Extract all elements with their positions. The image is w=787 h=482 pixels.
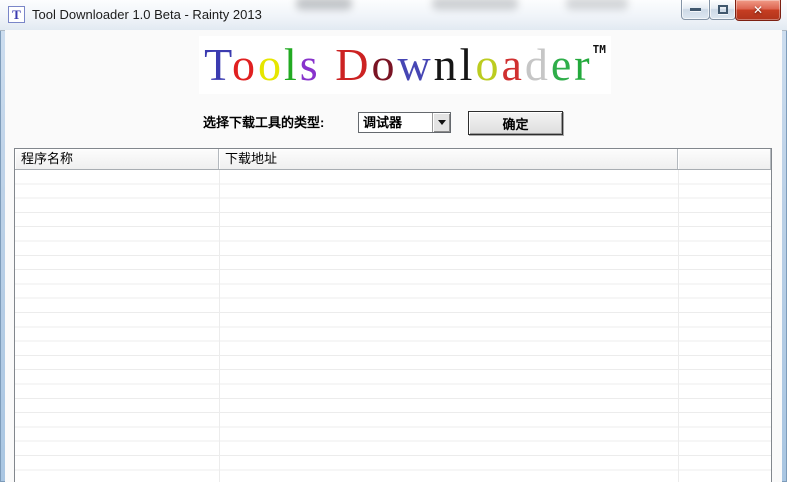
client-area: Tools Downloader TM 选择下载工具的类型: 调试器 确定 程序名…: [5, 30, 782, 482]
combo-dropdown-button[interactable]: [432, 113, 450, 132]
logo-letter: o: [475, 39, 502, 90]
logo-letter: o: [232, 39, 259, 90]
logo-letter: l: [284, 39, 300, 90]
logo-letter: D: [335, 39, 372, 90]
list-header: 程序名称 下载地址: [15, 149, 771, 170]
column-header-download-url[interactable]: 下载地址: [219, 149, 678, 169]
maximize-button[interactable]: [709, 0, 736, 20]
logo-letter: T: [204, 39, 233, 90]
logo-letter: d: [524, 39, 551, 90]
chevron-down-icon: [437, 120, 446, 125]
aero-glass-reflection: [566, 0, 628, 10]
window-controls: ✕: [681, 0, 781, 21]
minimize-icon: [690, 8, 701, 11]
app-icon-letter: T: [12, 7, 21, 22]
app-window: T Tool Downloader 1.0 Beta - Rainty 2013…: [0, 0, 787, 482]
column-gridline: [219, 170, 220, 482]
app-icon: T: [8, 6, 25, 23]
aero-glass-reflection: [296, 0, 352, 10]
minimize-button[interactable]: [681, 0, 710, 20]
logo-letter: l: [459, 39, 476, 90]
tool-type-select[interactable]: 调试器: [358, 112, 451, 133]
logo-letter: r: [574, 39, 593, 90]
logo-letter: o: [258, 39, 285, 90]
logo-letter: [321, 39, 336, 90]
titlebar[interactable]: T Tool Downloader 1.0 Beta - Rainty 2013…: [0, 0, 787, 31]
column-header-extra[interactable]: [678, 149, 771, 169]
maximize-icon: [717, 5, 728, 14]
confirm-button[interactable]: 确定: [468, 111, 563, 135]
logo: Tools Downloader TM: [199, 36, 611, 94]
aero-glass-reflection: [432, 0, 518, 10]
logo-letter: n: [433, 39, 460, 90]
column-gridline: [678, 170, 679, 482]
logo-letter: o: [371, 39, 398, 90]
column-header-program-name[interactable]: 程序名称: [15, 149, 219, 169]
close-button[interactable]: ✕: [735, 0, 781, 21]
list-body[interactable]: [15, 170, 771, 482]
tool-type-value: 调试器: [363, 115, 403, 130]
logo-trademark: TM: [592, 43, 606, 56]
logo-letter: a: [501, 39, 525, 90]
type-label: 选择下载工具的类型:: [203, 115, 325, 130]
window-title: Tool Downloader 1.0 Beta - Rainty 2013: [32, 7, 262, 22]
logo-text: Tools Downloader: [204, 42, 593, 88]
download-list: 程序名称 下载地址: [14, 148, 772, 482]
close-icon: ✕: [752, 3, 764, 17]
logo-letter: e: [550, 39, 575, 90]
logo-letter: s: [299, 39, 321, 90]
logo-letter: w: [397, 39, 434, 90]
